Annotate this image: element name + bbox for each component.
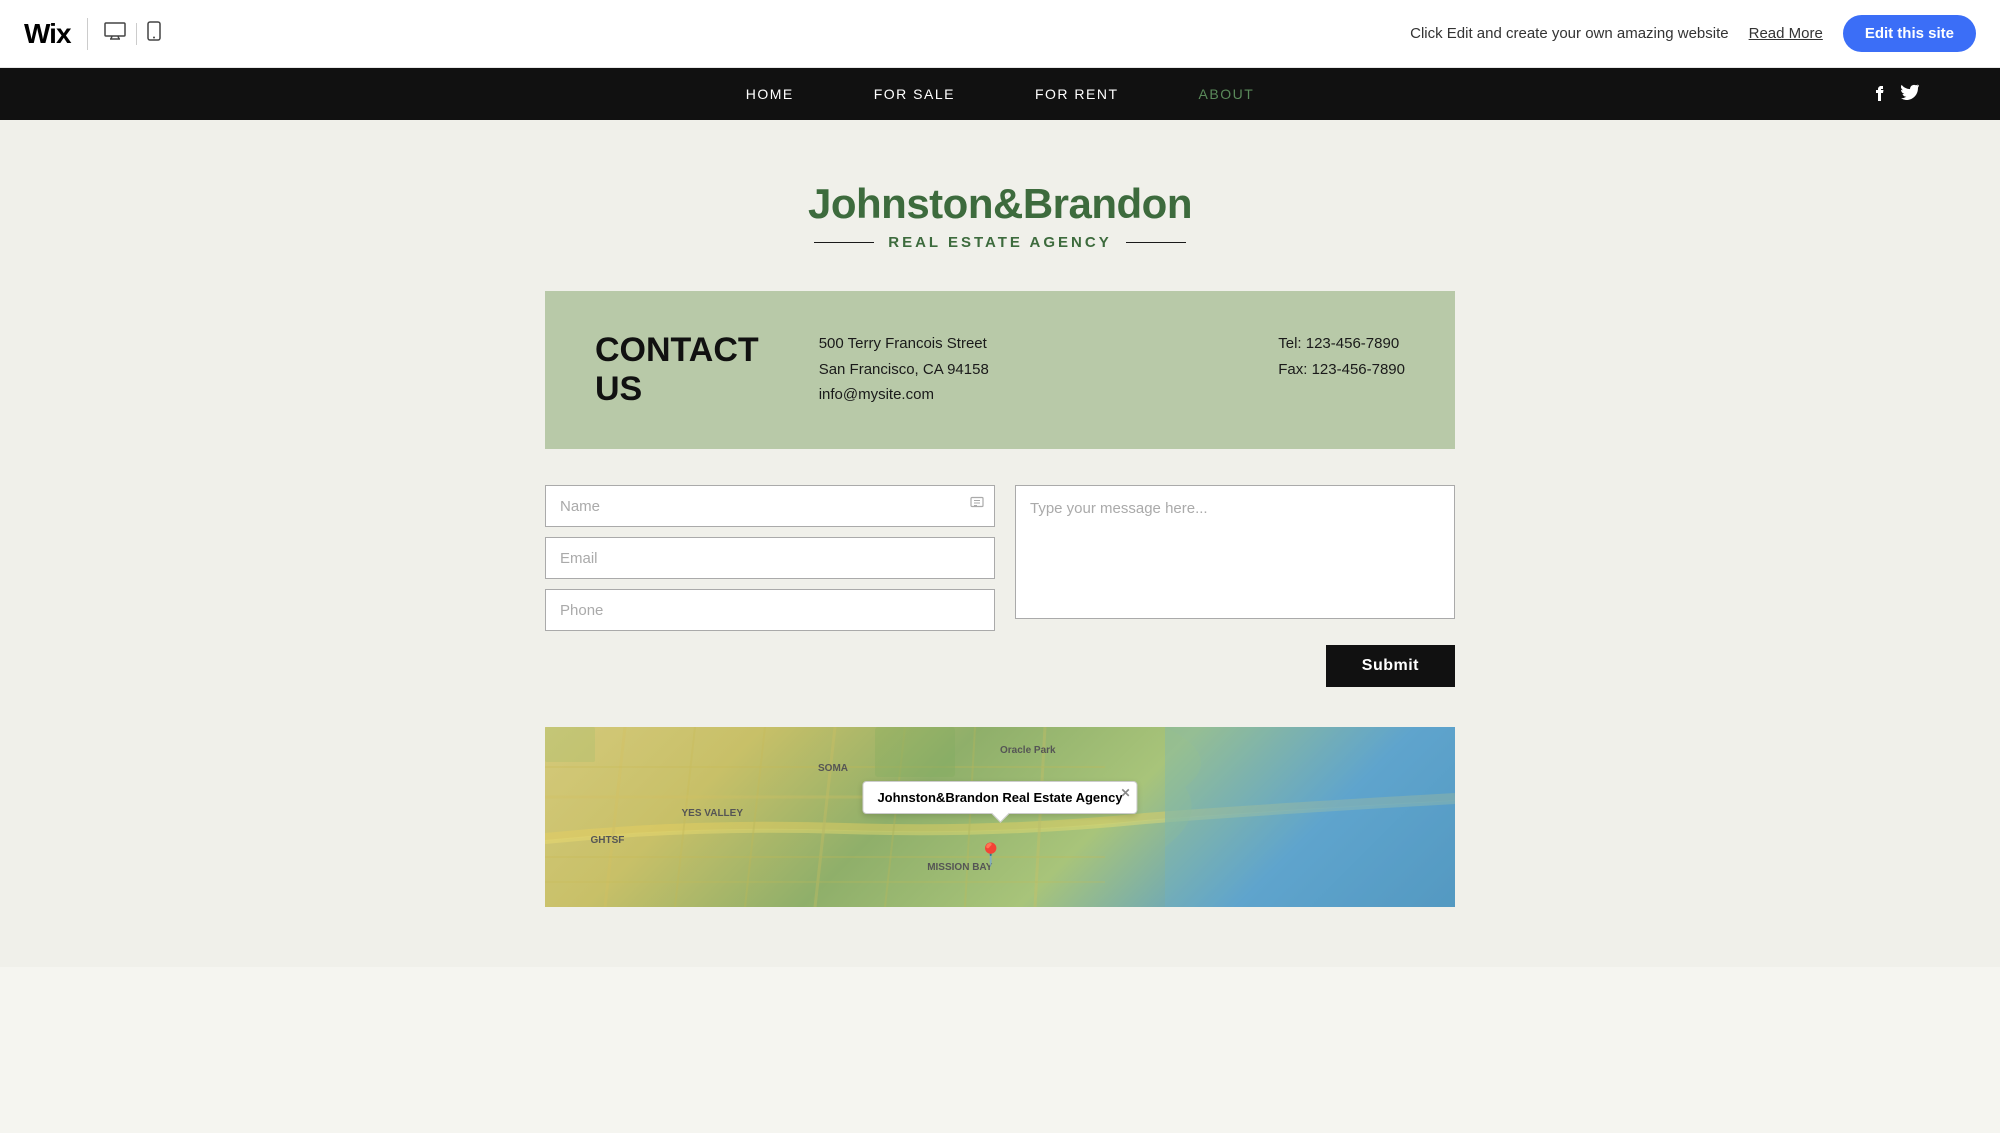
contact-block: CONTACT US 500 Terry Francois Street San…: [545, 291, 1455, 449]
contact-title-line1: CONTACT: [595, 331, 759, 369]
logo-section: Johnston&Brandon Real Estate Agency: [0, 160, 2000, 251]
top-bar-right: Click Edit and create your own amazing w…: [1410, 15, 1976, 52]
nav-item-forsale[interactable]: FOR SALE: [874, 86, 955, 102]
wix-logo: Wix: [24, 18, 71, 50]
message-textarea[interactable]: [1015, 485, 1455, 619]
name-field-wrapper: [545, 485, 995, 527]
nav-bar: HOME FOR SALE FOR RENT ABOUT: [0, 68, 2000, 120]
address-line1: 500 Terry Francois Street: [819, 331, 989, 357]
email-input[interactable]: [545, 537, 995, 579]
divider: [87, 18, 88, 50]
brand-subtitle: Real Estate Agency: [888, 234, 1111, 251]
promo-text: Click Edit and create your own amazing w…: [1410, 25, 1729, 42]
contact-title-line2: US: [595, 370, 642, 408]
brand-ampersand: &: [993, 180, 1023, 227]
fax-number: Fax: 123-456-7890: [1278, 357, 1405, 383]
map-background: GHTSF YES VALLEY SOMA Oracle Park MISSIO…: [545, 727, 1455, 907]
nav-menu: HOME FOR SALE FOR RENT ABOUT: [746, 86, 1255, 102]
submit-row: Submit: [545, 645, 1455, 687]
phone-input[interactable]: [545, 589, 995, 631]
contact-title: CONTACT US: [595, 331, 759, 409]
map-pin: 📍: [977, 842, 1004, 868]
contact-address: 500 Terry Francois Street San Francisco,…: [819, 331, 989, 408]
brand-name: Johnston&Brandon: [0, 180, 2000, 228]
twitter-icon[interactable]: [1900, 84, 1920, 105]
contact-phone: Tel: 123-456-7890 Fax: 123-456-7890: [1278, 331, 1405, 382]
nav-item-about[interactable]: ABOUT: [1199, 86, 1255, 102]
tooltip-text: Johnston&Brandon Real Estate Agency: [877, 790, 1122, 805]
map-section: GHTSF YES VALLEY SOMA Oracle Park MISSIO…: [545, 727, 1455, 907]
facebook-icon[interactable]: [1874, 83, 1884, 106]
device-icons: [104, 21, 161, 46]
read-more-link[interactable]: Read More: [1749, 25, 1823, 42]
mobile-icon[interactable]: [147, 21, 161, 46]
main-content: Johnston&Brandon Real Estate Agency CONT…: [0, 120, 2000, 967]
submit-button[interactable]: Submit: [1326, 645, 1455, 687]
tooltip-close[interactable]: ✕: [1121, 786, 1131, 800]
form-left-fields: [545, 485, 995, 631]
device-divider: [136, 23, 137, 45]
nav-item-forrent[interactable]: FOR RENT: [1035, 86, 1119, 102]
logo-line-left: [814, 242, 874, 244]
logo-line-right: [1126, 242, 1186, 244]
top-bar-left: Wix: [24, 18, 161, 50]
brand-name-part1: Johnston: [808, 180, 993, 227]
nav-social-icons: [1874, 83, 1920, 106]
nav-item-home[interactable]: HOME: [746, 86, 794, 102]
address-line2: San Francisco, CA 94158: [819, 357, 989, 383]
top-bar: Wix Click Edit and creat: [0, 0, 2000, 68]
edit-site-button[interactable]: Edit this site: [1843, 15, 1976, 52]
brand-subtitle-row: Real Estate Agency: [0, 234, 2000, 251]
name-input[interactable]: [545, 485, 995, 527]
brand-name-part2: Brandon: [1023, 180, 1192, 227]
tel-number: Tel: 123-456-7890: [1278, 331, 1405, 357]
map-tooltip: ✕ Johnston&Brandon Real Estate Agency: [862, 781, 1137, 814]
desktop-icon[interactable]: [104, 22, 126, 45]
contact-email: info@mysite.com: [819, 382, 989, 408]
form-section: [545, 449, 1455, 631]
